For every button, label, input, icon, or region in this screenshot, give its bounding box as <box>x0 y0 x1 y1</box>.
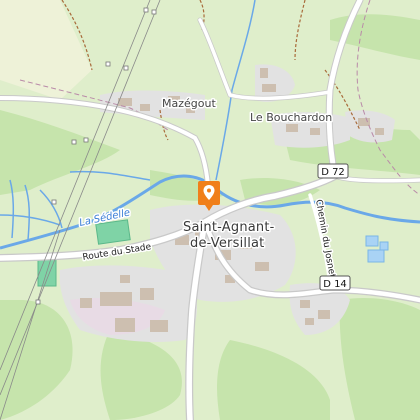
map-view[interactable]: Mazégout Le Bouchardon Saint-Agnant- de-… <box>0 0 420 420</box>
svg-text:D 14: D 14 <box>323 279 347 290</box>
label-mazegout: Mazégout <box>162 97 216 110</box>
label-le-bouchardon: Le Bouchardon <box>250 111 332 124</box>
svg-text:D 72: D 72 <box>321 167 345 178</box>
label-town-line1: Saint-Agnant- <box>183 220 275 235</box>
shield-d72: D 72 <box>317 163 349 179</box>
label-town-line2: de-Versillat <box>190 236 264 251</box>
shield-d14: D 14 <box>319 275 351 291</box>
